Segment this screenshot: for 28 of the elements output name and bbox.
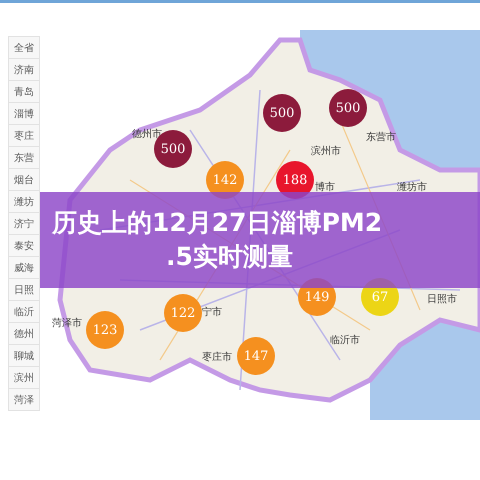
city-label: 日照市	[427, 292, 457, 306]
city-tab[interactable]: 菏泽	[8, 389, 40, 411]
city-label: 滨州市	[311, 144, 341, 158]
city-label: 宁市	[202, 306, 222, 319]
city-label: 临沂市	[330, 334, 360, 347]
title-text: 历史上的12月27日淄博PM2	[50, 207, 384, 239]
city-tab[interactable]: 全省	[8, 36, 40, 59]
city-tab[interactable]: 威海	[8, 257, 40, 279]
city-tab[interactable]: 济宁	[8, 213, 40, 235]
city-tab[interactable]: 济南	[8, 59, 40, 81]
city-label: 潍坊市	[397, 180, 427, 194]
city-label: 菏泽市	[52, 316, 82, 330]
city-tab[interactable]: 德州	[8, 323, 40, 345]
city-tab[interactable]: 潍坊	[8, 191, 40, 213]
city-tab[interactable]: 泰安	[8, 235, 40, 257]
city-tab[interactable]: 日照	[8, 279, 40, 301]
city-tab[interactable]: 东营	[8, 147, 40, 169]
city-tab[interactable]: 枣庄	[8, 125, 40, 147]
city-tab[interactable]: 临沂	[8, 301, 40, 323]
city-label: 东营市	[366, 130, 396, 144]
city-label: 博市	[315, 180, 335, 194]
city-tab[interactable]: 烟台	[8, 169, 40, 191]
city-tab[interactable]: 青岛	[8, 81, 40, 103]
city-tab[interactable]: 淄博	[8, 103, 40, 125]
city-tab[interactable]: 滨州	[8, 367, 40, 389]
city-tab[interactable]: 聊城	[8, 345, 40, 367]
title-text: .5实时测量	[165, 241, 294, 273]
city-label: 枣庄市	[202, 350, 232, 364]
